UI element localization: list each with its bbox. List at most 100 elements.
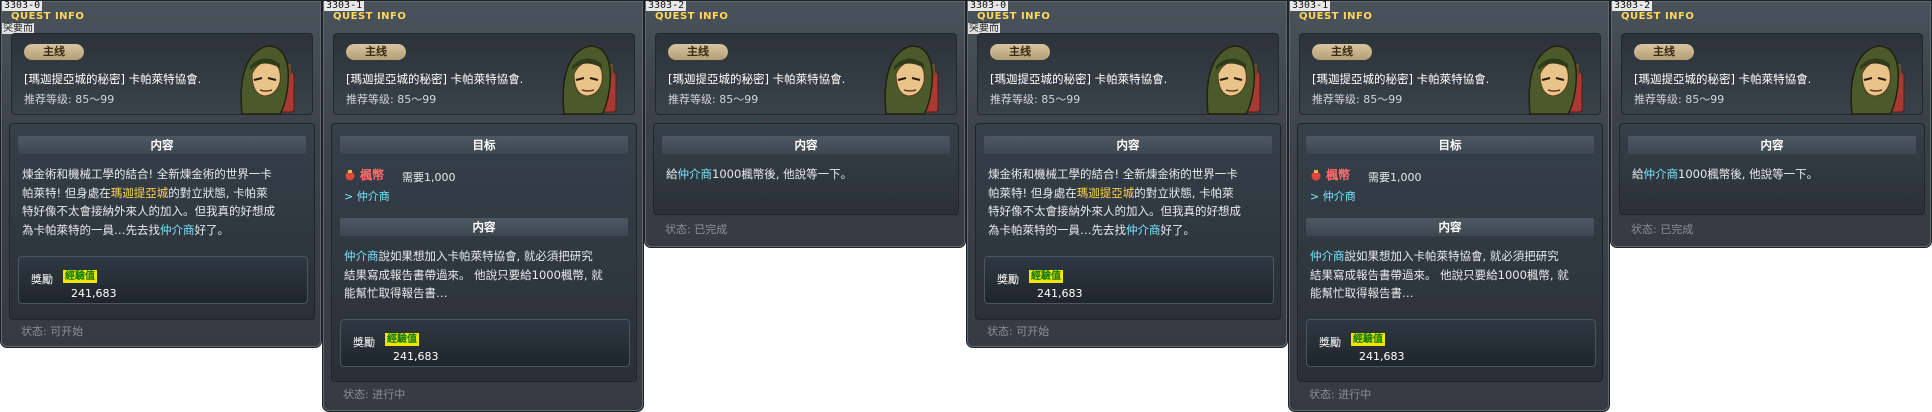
npc-highlight[interactable]: 仲介商 <box>160 223 195 237</box>
content-line: 結果寫成報告書帶過來。 他說只要給1000楓幣, 就 <box>344 266 626 285</box>
quest-title: [瑪迦提亞城的秘密] 卡帕萊特協會. <box>1312 72 1490 86</box>
npc-highlight[interactable]: 仲介商 <box>678 167 713 181</box>
content-text-run: 的對立狀態, 卡帕萊 <box>1134 185 1234 200</box>
quest-title: [瑪迦提亞城的秘密] 卡帕萊特協會. <box>24 72 202 86</box>
quest-body: 内容 給仲介商1000楓幣後, 他說等一下。 <box>653 123 959 215</box>
quest-category-badge: 主线 <box>1312 44 1372 60</box>
quest-info-panel: 3303-1 QUEST INFO 主线 [瑪迦提亞城的秘密] 卡帕萊特協會. … <box>1288 0 1610 412</box>
quest-category-badge: 主线 <box>668 44 728 60</box>
content-heading: 内容 <box>340 218 628 236</box>
reward-label: 獎勵 <box>31 273 53 286</box>
goal-npc-link[interactable]: > 仲介商 <box>1310 188 1356 204</box>
quest-recommended-level: 推荐等级: 85～99 <box>668 93 759 106</box>
quest-title: [瑪迦提亞城的秘密] 卡帕萊特協會. <box>668 72 846 86</box>
reward-amount: 241,683 <box>393 350 439 363</box>
quest-status: 状态: 进行中 <box>343 388 406 401</box>
content-text-run: 給 <box>666 167 678 181</box>
quest-title: [瑪迦提亞城的秘密] 卡帕萊特協會. <box>346 72 524 86</box>
content-text: 煉金術和機械工學的結合! 全新煉金術的世界一卡 帕萊特! 但身處在瑪迦提亞城的對立… <box>22 165 304 239</box>
content-text-run: 好了。 <box>1160 222 1196 237</box>
content-line: 煉金術和機械工學的結合! 全新煉金術的世界一卡 <box>988 165 1270 184</box>
content-line: 能幫忙取得報告書… <box>344 284 626 303</box>
goal-meso: 楓幣 <box>1310 166 1350 183</box>
content-line: 仲介商說如果想加入卡帕萊特協會, 就必須把研究 <box>1310 247 1592 266</box>
exp-badge: 經驗值 <box>1351 333 1385 346</box>
content-line: 帕萊特! 但身處在瑪迦提亞城的對立狀態, 卡帕萊 <box>22 184 304 203</box>
place-highlight: 瑪迦提亞城 <box>110 185 169 200</box>
quest-status: 状态: 可开始 <box>987 325 1050 338</box>
reward-amount: 241,683 <box>71 287 117 300</box>
npc-portrait-icon <box>1206 45 1261 115</box>
quest-info-panel: 3303-2 QUEST INFO 主线 [瑪迦提亞城的秘密] 卡帕萊特協會. … <box>1610 0 1932 248</box>
content-text-run: 特好像不太會接納外來人的加入。但我真的好想成 <box>22 204 275 218</box>
quest-info-label: QUEST INFO <box>655 11 729 22</box>
content-text-run: 結果寫成報告書帶過來。 他說只要給1000楓幣, 就 <box>344 267 603 282</box>
npc-portrait-icon <box>1528 45 1583 115</box>
content-line: 結果寫成報告書帶過來。 他說只要給1000楓幣, 就 <box>1310 266 1592 285</box>
content-line: 為卡帕萊特的一員…先去找仲介商好了。 <box>22 221 304 240</box>
content-heading: 内容 <box>1628 136 1916 154</box>
content-line: 能幫忙取得報告書… <box>1310 284 1592 303</box>
reward-box: 獎勵 經驗值 241,683 <box>18 256 308 304</box>
goal-heading: 目标 <box>1306 136 1594 154</box>
quest-body: 目标 楓幣 需要1,000 > 仲介商 内容 仲介商說如果想加入卡帕萊特協會, … <box>331 123 637 382</box>
reward-label: 獎勵 <box>997 273 1019 286</box>
npc-highlight[interactable]: 仲介商 <box>1644 167 1679 181</box>
exp-badge: 經驗值 <box>385 333 419 346</box>
content-text: 給仲介商1000楓幣後, 他說等一下。 <box>1632 165 1914 184</box>
quest-body: 内容 給仲介商1000楓幣後, 他說等一下。 <box>1619 123 1925 215</box>
content-line: 給仲介商1000楓幣後, 他說等一下。 <box>666 165 948 184</box>
quest-header: 主线 [瑪迦提亞城的秘密] 卡帕萊特協會. 推荐等级: 85～99 <box>977 33 1279 115</box>
quest-header: 主线 [瑪迦提亞城的秘密] 卡帕萊特協會. 推荐等级: 85～99 <box>333 33 635 115</box>
npc-highlight[interactable]: 仲介商 <box>344 249 379 263</box>
quest-info-panel: 3303-2 QUEST INFO 主线 [瑪迦提亞城的秘密] 卡帕萊特協會. … <box>644 0 966 248</box>
quest-info-label: QUEST INFO <box>11 11 85 22</box>
quest-info-label: QUEST INFO <box>1299 11 1373 22</box>
quest-header: 主线 [瑪迦提亞城的秘密] 卡帕萊特協會. 推荐等级: 85～99 <box>1299 33 1601 115</box>
content-line: 特好像不太會接納外來人的加入。但我真的好想成 <box>988 202 1270 221</box>
quest-recommended-level: 推荐等级: 85～99 <box>24 93 115 106</box>
content-text-run: 1000楓幣後, 他說等一下。 <box>712 167 853 181</box>
goal-meso: 楓幣 <box>344 166 384 183</box>
goal-meso-label: 楓幣 <box>360 168 385 182</box>
quest-category-badge: 主线 <box>24 44 84 60</box>
npc-highlight[interactable]: 仲介商 <box>1126 223 1161 237</box>
content-heading: 内容 <box>662 136 950 154</box>
npc-portrait-icon <box>884 45 939 115</box>
quest-recommended-level: 推荐等级: 85～99 <box>346 93 437 106</box>
quest-id: 3303-1 <box>324 0 365 11</box>
content-heading: 内容 <box>1306 218 1594 236</box>
quest-recommended-level: 推荐等级: 85～99 <box>1634 93 1725 106</box>
content-line: 煉金術和機械工學的結合! 全新煉金術的世界一卡 <box>22 165 304 184</box>
quest-id: 3303-2 <box>1612 0 1653 11</box>
content-text-run: 帕萊特! 但身處在 <box>988 185 1077 200</box>
npc-highlight[interactable]: 仲介商 <box>1310 249 1345 263</box>
meso-bag-icon <box>345 170 355 181</box>
content-line: 帕萊特! 但身處在瑪迦提亞城的對立狀態, 卡帕萊 <box>988 184 1270 203</box>
quest-id: 3303-2 <box>646 0 687 11</box>
content-text: 仲介商說如果想加入卡帕萊特協會, 就必須把研究 結果寫成報告書帶過來。 他說只要給… <box>1310 247 1592 303</box>
exp-badge: 經驗值 <box>1029 270 1063 283</box>
reward-label: 獎勵 <box>353 336 375 349</box>
content-line: 給仲介商1000楓幣後, 他說等一下。 <box>1632 165 1914 184</box>
quest-status: 状态: 已完成 <box>1631 223 1694 236</box>
quest-info-panel: 3303-0 QUEST INFO 突要而 主线 [瑪迦提亞城的秘密] 卡帕萊特… <box>0 0 322 348</box>
reward-label: 獎勵 <box>1319 336 1341 349</box>
content-text-run: 煉金術和機械工學的結合! 全新煉金術的世界一卡 <box>988 167 1238 181</box>
goal-meso-amount: 需要1,000 <box>1368 171 1422 184</box>
quest-title: [瑪迦提亞城的秘密] 卡帕萊特協會. <box>990 72 1168 86</box>
meso-bag-icon <box>1311 170 1321 181</box>
quest-info-label: QUEST INFO <box>977 11 1051 22</box>
content-line: 仲介商說如果想加入卡帕萊特協會, 就必須把研究 <box>344 247 626 266</box>
quest-category-badge: 主线 <box>990 44 1050 60</box>
content-text-run: 說如果想加入卡帕萊特協會, 就必須把研究 <box>378 249 593 263</box>
quest-category-badge: 主线 <box>1634 44 1694 60</box>
quest-id: 3303-1 <box>1290 0 1331 11</box>
quest-body: 内容 煉金術和機械工學的結合! 全新煉金術的世界一卡 帕萊特! 但身處在瑪迦提亞城… <box>975 123 1281 320</box>
quest-category-badge: 主线 <box>346 44 406 60</box>
content-text: 給仲介商1000楓幣後, 他說等一下。 <box>666 165 948 184</box>
content-text-run: 帕萊特! 但身處在 <box>22 185 111 200</box>
goal-npc-link[interactable]: > 仲介商 <box>344 188 390 204</box>
reward-box: 獎勵 經驗值 241,683 <box>984 256 1274 304</box>
quest-header: 主线 [瑪迦提亞城的秘密] 卡帕萊特協會. 推荐等级: 85～99 <box>1621 33 1923 115</box>
